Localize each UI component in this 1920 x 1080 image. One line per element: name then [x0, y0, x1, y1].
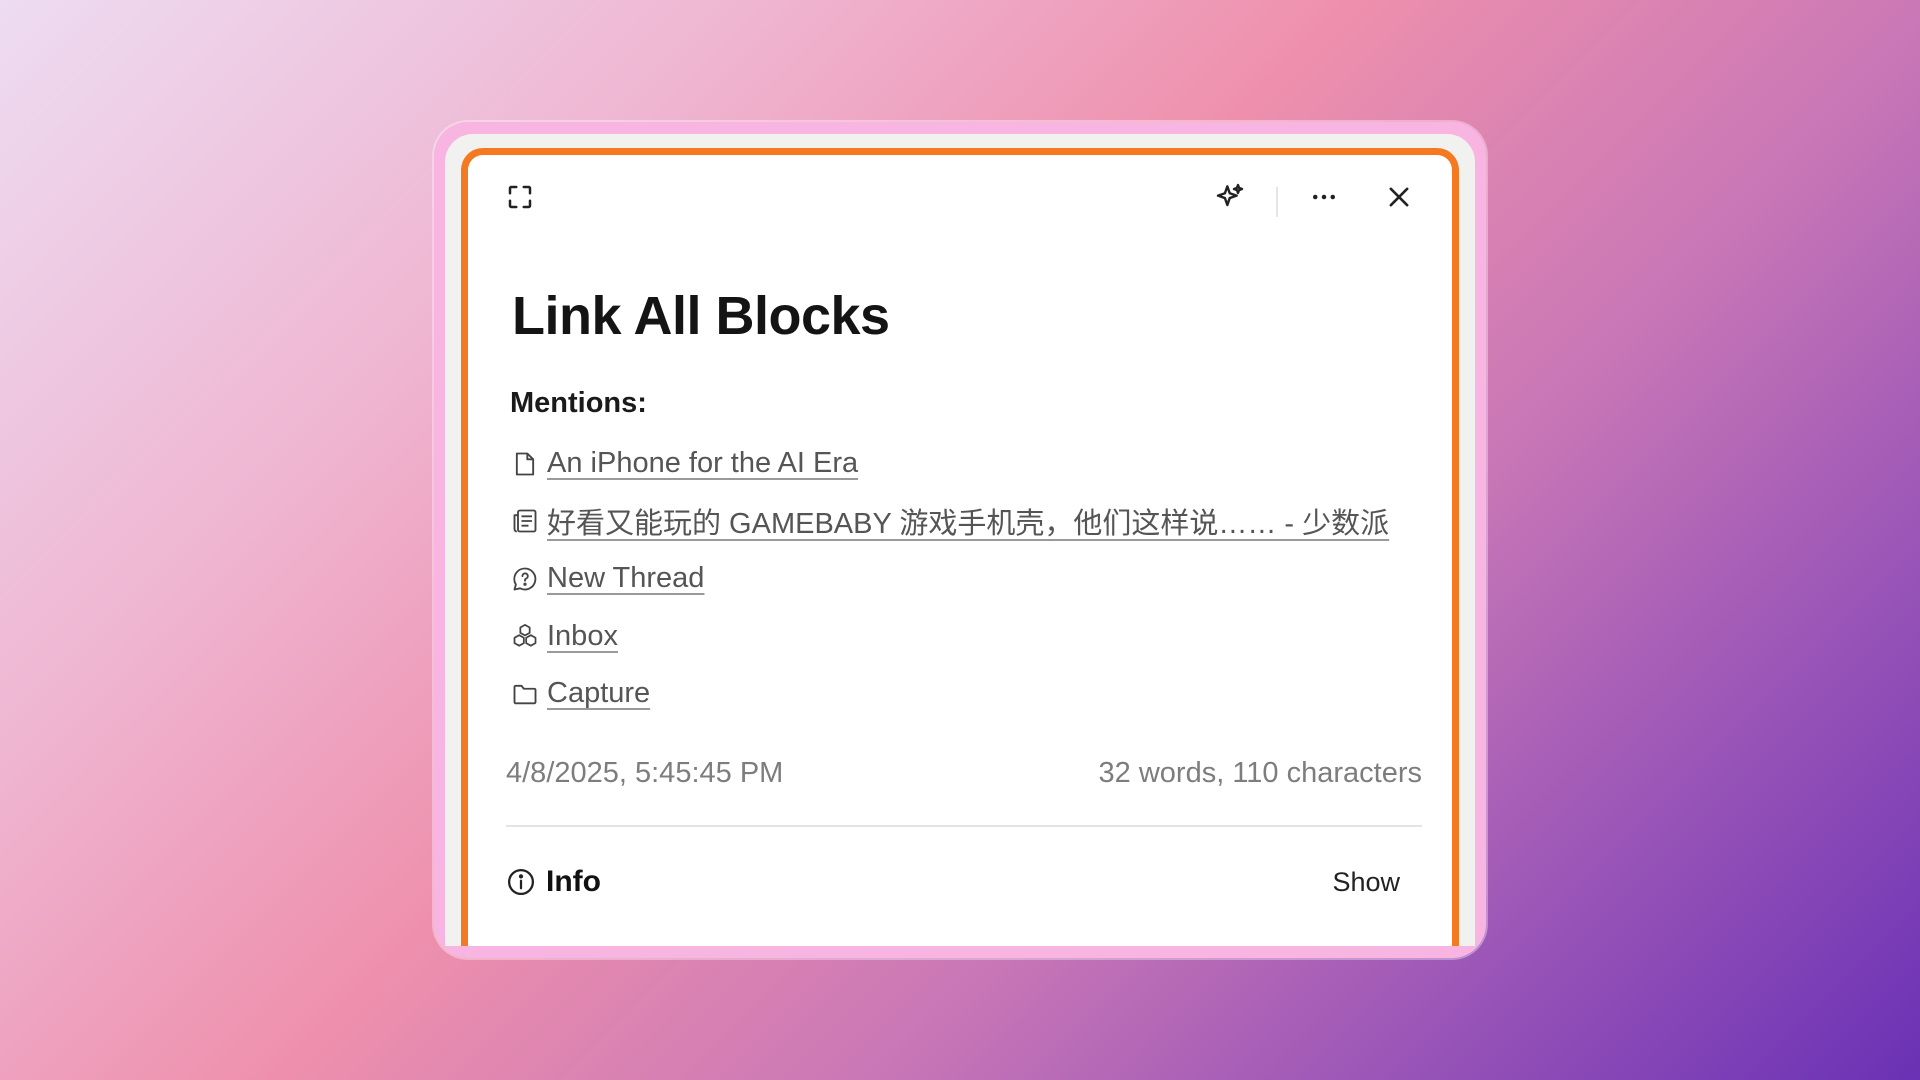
expand-button[interactable] — [500, 177, 540, 217]
mention-item-capture[interactable]: Capture — [510, 665, 1389, 723]
toolbar-divider — [1276, 187, 1278, 217]
info-section-header: Info — [506, 865, 601, 899]
mention-label[interactable]: New Thread — [547, 562, 704, 595]
more-horizontal-icon — [1313, 194, 1335, 200]
ai-assistant-button[interactable] — [1210, 177, 1250, 217]
close-button[interactable] — [1379, 177, 1419, 217]
document-icon — [510, 449, 540, 479]
mention-item-thread[interactable]: New Thread — [510, 550, 1389, 608]
mention-label[interactable]: Capture — [547, 677, 650, 710]
mention-label[interactable]: An iPhone for the AI Era — [547, 447, 858, 480]
sparkles-icon — [1216, 183, 1244, 207]
mentions-heading: Mentions: — [510, 387, 647, 419]
mention-label[interactable]: 好看又能玩的 GAMEBABY 游戏手机壳，他们这样说…… - 少数派 — [547, 500, 1389, 542]
article-icon — [510, 506, 540, 536]
mention-item-article[interactable]: 好看又能玩的 GAMEBABY 游戏手机壳，他们这样说…… - 少数派 — [510, 493, 1389, 551]
mention-item-inbox[interactable]: Inbox — [510, 608, 1389, 666]
more-options-button[interactable] — [1304, 177, 1344, 217]
timestamp: 4/8/2025, 5:45:45 PM — [506, 757, 784, 789]
word-count: 32 words, 110 characters — [1098, 757, 1422, 789]
page-title: Link All Blocks — [512, 286, 890, 346]
info-icon — [508, 869, 534, 895]
show-info-button[interactable]: Show — [1332, 863, 1400, 902]
note-card: Link All Blocks Mentions: An iPhone for … — [461, 148, 1459, 946]
cubes-icon — [510, 621, 540, 651]
section-divider — [506, 825, 1422, 827]
mention-label[interactable]: Inbox — [547, 620, 618, 653]
mentions-list: An iPhone for the AI Era 好看又能玩的 GAMEBABY… — [510, 435, 1389, 723]
close-icon — [1389, 187, 1409, 207]
info-label: Info — [546, 865, 601, 898]
expand-icon — [508, 185, 532, 209]
folder-icon — [510, 679, 540, 709]
chat-bubble-question-icon — [510, 564, 540, 594]
mention-item-document[interactable]: An iPhone for the AI Era — [510, 435, 1389, 493]
